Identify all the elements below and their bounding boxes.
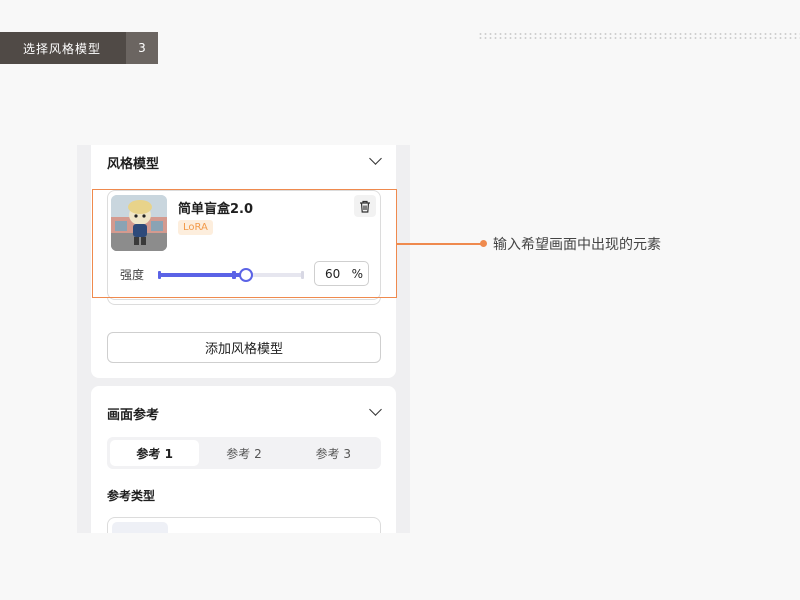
style-model-title: 风格模型 (107, 157, 160, 172)
reference-type-thumbnail (112, 522, 168, 533)
add-style-model-button[interactable]: 添加风格模型 (107, 332, 381, 363)
callout-text: 输入希望画面中出现的元素 (493, 237, 661, 253)
callout-dot (480, 240, 487, 247)
chevron-down-icon[interactable] (369, 152, 382, 165)
model-list-edge (107, 297, 381, 305)
reference-type-option[interactable] (107, 517, 381, 533)
decorative-dots (478, 32, 800, 40)
tab-reference-2[interactable]: 参考 2 (199, 440, 288, 466)
tab-reference-3[interactable]: 参考 3 (289, 440, 378, 466)
reference-type-label: 参考类型 (107, 489, 156, 503)
step-title: 选择风格模型 (0, 32, 126, 64)
chevron-down-icon[interactable] (369, 403, 382, 416)
step-header: 选择风格模型 3 (0, 32, 158, 64)
reference-tabs: 参考 1 参考 2 参考 3 (107, 437, 381, 469)
highlight-box (92, 189, 397, 298)
reference-title: 画面参考 (107, 408, 160, 423)
callout-connector (397, 243, 483, 245)
tab-reference-1[interactable]: 参考 1 (110, 440, 200, 466)
reference-card: 画面参考 参考 1 参考 2 参考 3 参考类型 (91, 386, 396, 533)
step-number: 3 (126, 32, 158, 64)
